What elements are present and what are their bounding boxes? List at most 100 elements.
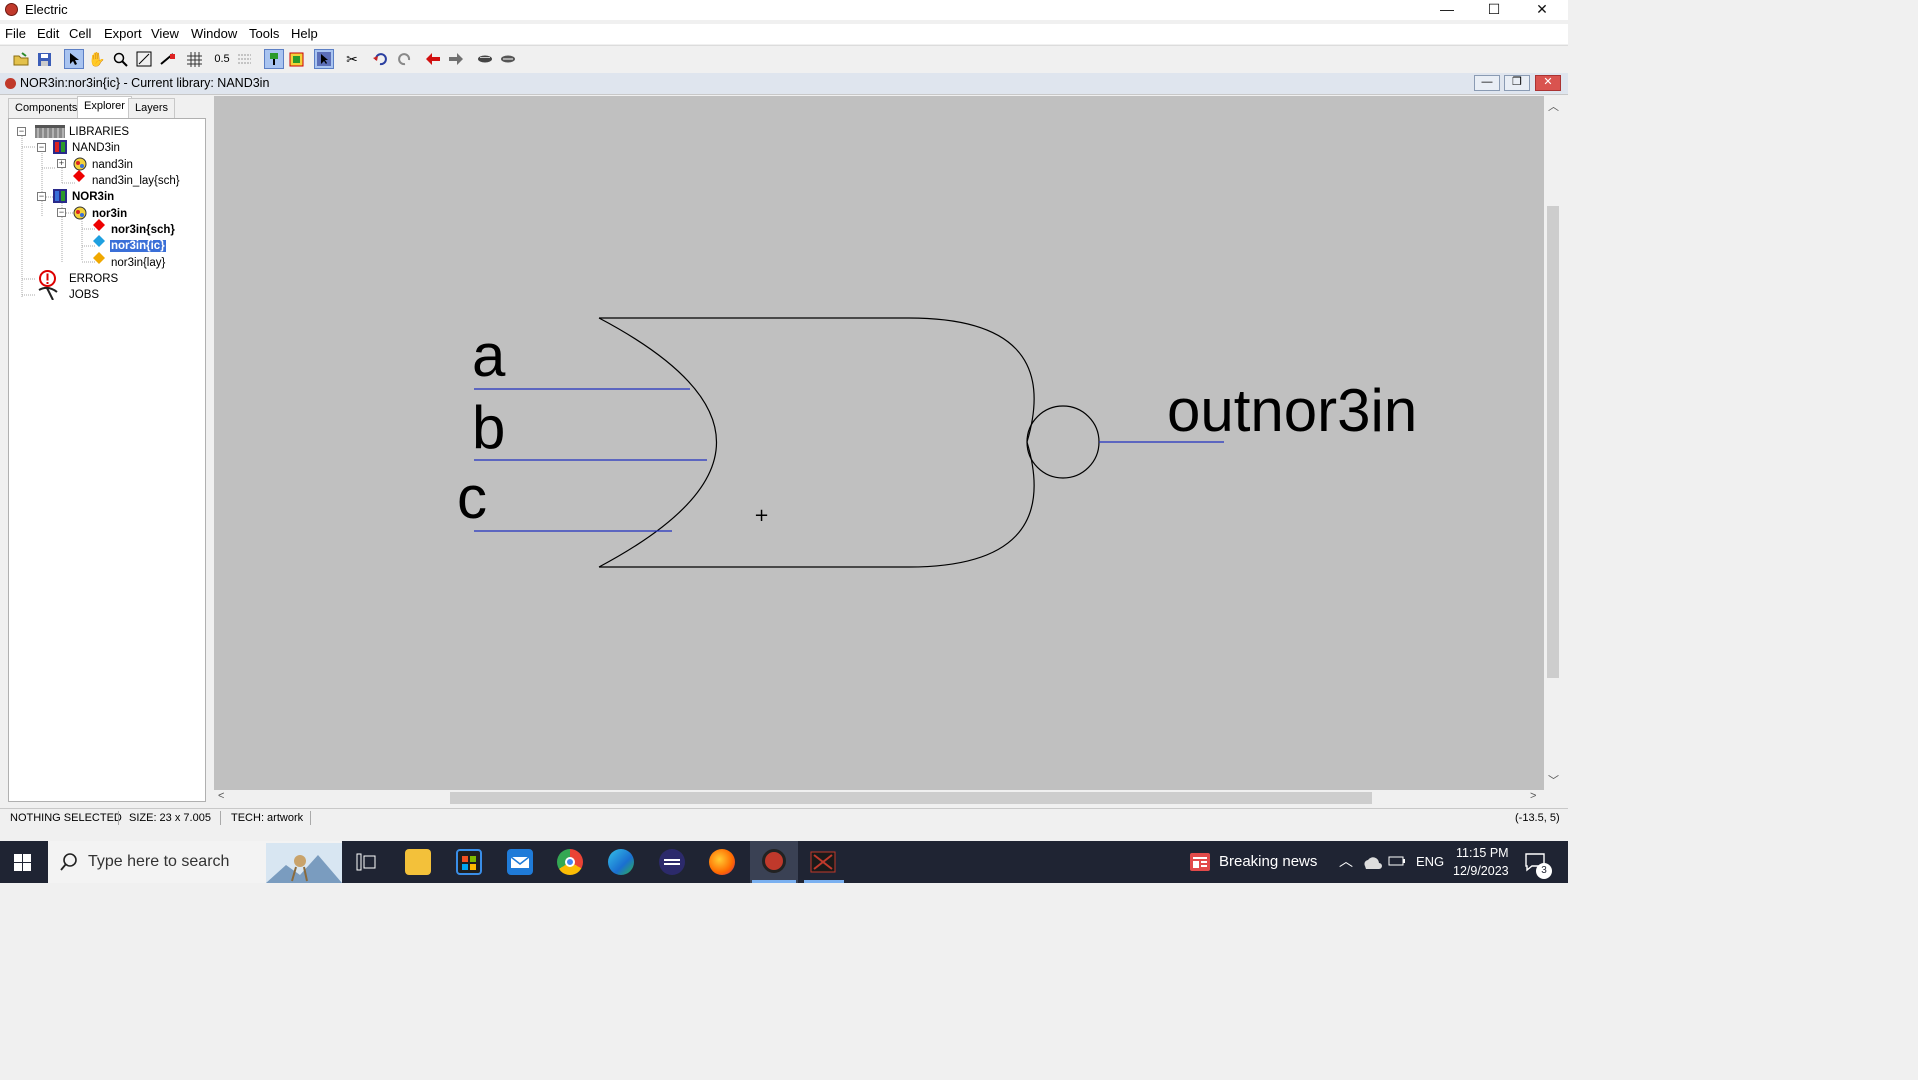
tree-nor3in-library[interactable]: NOR3in xyxy=(72,191,114,203)
chrome-icon[interactable] xyxy=(557,849,583,875)
doc-restore-button[interactable]: ❐ xyxy=(1504,75,1530,91)
open-indicator xyxy=(804,880,844,883)
forward-arrow-icon[interactable] xyxy=(446,49,466,69)
electric-taskbar-button[interactable] xyxy=(750,841,798,883)
zoom-icon[interactable] xyxy=(110,49,130,69)
cut-icon[interactable]: ✂ xyxy=(342,49,362,69)
doc-close-button[interactable]: ✕ xyxy=(1535,75,1561,91)
chevron-up-icon[interactable]: ︿ xyxy=(1339,851,1353,871)
electric-app-icon xyxy=(5,3,18,16)
windows-taskbar: Type here to search Breaking news ︿ ENG … xyxy=(0,841,1568,883)
mail-icon[interactable] xyxy=(507,849,533,875)
menu-export[interactable]: Export xyxy=(104,26,142,41)
tree-libraries[interactable]: LIBRARIES xyxy=(69,126,129,138)
close-button[interactable]: ✕ xyxy=(1519,0,1565,20)
terminal-taskbar-button[interactable] xyxy=(800,841,848,883)
collapse-nor3in-cell-toggle[interactable]: − xyxy=(57,208,66,217)
inversion-bubble xyxy=(1026,405,1100,479)
menu-tools[interactable]: Tools xyxy=(249,26,279,41)
tree-nor3in-lay[interactable]: nor3in{lay} xyxy=(111,257,165,269)
menu-window[interactable]: Window xyxy=(191,26,237,41)
news-icon xyxy=(1190,853,1210,871)
edge-icon[interactable] xyxy=(608,849,634,875)
grid-scale-value[interactable]: 0.5 xyxy=(210,49,234,69)
collapse-nor3in-toggle[interactable]: − xyxy=(37,192,46,201)
menu-help[interactable]: Help xyxy=(291,26,318,41)
tree-nand3in-lay-sch[interactable]: nand3in_lay{sch} xyxy=(92,175,180,187)
horizontal-scroll-thumb[interactable] xyxy=(450,792,1372,804)
minimize-button[interactable]: — xyxy=(1424,0,1470,20)
x-terminal-icon xyxy=(810,851,836,873)
input-c-label: c xyxy=(457,464,487,531)
pan-hand-icon[interactable]: ✋ xyxy=(87,49,107,69)
expand-icon[interactable] xyxy=(475,49,495,69)
scroll-left-arrow-icon[interactable]: < xyxy=(218,790,224,802)
vertical-scroll-thumb[interactable] xyxy=(1547,206,1559,678)
unexpand-icon[interactable] xyxy=(498,49,518,69)
tab-layers[interactable]: Layers xyxy=(128,98,176,118)
save-icon[interactable] xyxy=(34,49,54,69)
scroll-down-arrow-icon[interactable]: ﹀ xyxy=(1548,772,1559,788)
status-size: SIZE: 23 x 7.005 xyxy=(129,812,211,824)
news-widget[interactable]: Breaking news xyxy=(1185,841,1323,883)
firefox-icon[interactable] xyxy=(709,849,735,875)
clock-time[interactable]: 11:15 PM xyxy=(1456,846,1509,860)
scroll-right-arrow-icon[interactable]: > xyxy=(1530,790,1536,802)
tab-components[interactable]: Components xyxy=(8,98,85,118)
microsoft-store-icon[interactable] xyxy=(456,849,482,875)
search-placeholder: Type here to search xyxy=(88,853,230,870)
notification-count-badge: 3 xyxy=(1536,863,1552,879)
grid-align-icon[interactable] xyxy=(234,49,254,69)
tab-explorer[interactable]: Explorer xyxy=(77,96,132,118)
tree-nor3in-ic-selected[interactable]: nor3in{ic} xyxy=(109,239,167,253)
collapse-nand3in-toggle[interactable]: − xyxy=(37,143,46,152)
battery-icon[interactable] xyxy=(1388,855,1406,870)
open-library-icon[interactable] xyxy=(11,49,31,69)
redo-icon[interactable] xyxy=(394,49,414,69)
task-view-icon[interactable] xyxy=(356,853,376,874)
measure-icon[interactable] xyxy=(158,49,178,69)
menu-view[interactable]: View xyxy=(151,26,179,41)
libraries-icon xyxy=(35,125,65,138)
input-b-label: b xyxy=(472,394,505,461)
library-icon xyxy=(53,140,67,154)
input-a-label: a xyxy=(472,322,506,389)
windows-start-icon[interactable] xyxy=(14,854,31,874)
document-icon xyxy=(5,78,16,89)
select-objects-icon[interactable] xyxy=(314,49,334,69)
select-arrow-icon[interactable] xyxy=(64,49,84,69)
tree-nand3in-library[interactable]: NAND3in xyxy=(72,142,120,154)
onedrive-icon[interactable] xyxy=(1362,854,1382,873)
expand-nand3in-cell-toggle[interactable]: + xyxy=(57,159,66,168)
nor-gate-drawing: a b c outnor3in + xyxy=(457,317,1417,568)
menu-file[interactable]: File xyxy=(5,26,26,41)
horizontal-scrollbar[interactable]: < > xyxy=(214,790,1544,806)
undo-icon[interactable] xyxy=(371,49,391,69)
back-arrow-icon[interactable] xyxy=(423,49,443,69)
full-select-icon[interactable] xyxy=(264,49,284,69)
menu-cell[interactable]: Cell xyxy=(69,26,91,41)
collapse-libraries-toggle[interactable]: − xyxy=(17,127,26,136)
taskbar-search-box[interactable]: Type here to search xyxy=(48,841,342,883)
status-coordinates: (-13.5, 5) xyxy=(1515,812,1560,824)
vertical-scrollbar[interactable]: ︿ ﹀ xyxy=(1544,96,1562,790)
tree-errors[interactable]: ERRORS xyxy=(69,273,118,285)
file-explorer-icon[interactable] xyxy=(405,849,431,875)
gate-front-curve xyxy=(908,317,1035,568)
eclipse-icon[interactable] xyxy=(659,849,685,875)
maximize-button[interactable]: ☐ xyxy=(1471,0,1517,20)
gate-back-curve xyxy=(598,317,717,568)
scroll-up-arrow-icon[interactable]: ︿ xyxy=(1548,98,1559,114)
special-select-icon[interactable] xyxy=(286,49,306,69)
electric-icon xyxy=(762,849,786,873)
language-indicator[interactable]: ENG xyxy=(1416,854,1444,869)
grid-toggle-icon[interactable] xyxy=(184,49,204,69)
menu-edit[interactable]: Edit xyxy=(37,26,59,41)
clock-date[interactable]: 12/9/2023 xyxy=(1453,864,1509,878)
doc-minimize-button[interactable]: — xyxy=(1474,75,1500,91)
schematic-canvas[interactable]: a b c outnor3in + xyxy=(214,96,1544,790)
tree-nand3in-cell[interactable]: nand3in xyxy=(92,159,133,171)
outline-edit-icon[interactable] xyxy=(134,49,154,69)
tree-jobs[interactable]: JOBS xyxy=(69,289,99,301)
tree-nor3in-sch[interactable]: nor3in{sch} xyxy=(111,224,175,236)
